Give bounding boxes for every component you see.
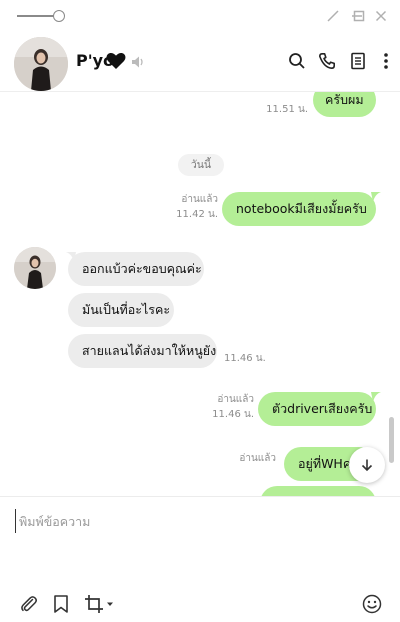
chevron-down-icon [107, 602, 113, 606]
bubble-tail [371, 192, 381, 202]
read-receipt: อ่านแล้ว [181, 194, 218, 205]
phone-icon [319, 53, 335, 69]
close-icon [375, 10, 387, 22]
avatar-photo [14, 37, 68, 91]
message-composer [0, 496, 400, 622]
message-time: 11.46 น. [224, 353, 266, 364]
read-receipt: อ่านแล้ว [239, 453, 276, 464]
message-time: 11.51 น. [266, 104, 308, 115]
sender-avatar[interactable] [14, 247, 56, 289]
message-text: notebookมีเสียงมั้ยครับ [236, 201, 367, 216]
call-button[interactable] [317, 51, 337, 71]
search-icon [289, 53, 305, 69]
message-bubble-sent[interactable]: ครับผม [313, 92, 376, 117]
message-time: 11.42 น. [176, 209, 218, 220]
message-text: ออกแบ้วค่ะขอบคุณค่ะ [82, 261, 202, 276]
opacity-slider-track[interactable] [17, 15, 57, 17]
black-heart-icon [106, 52, 126, 69]
message-time: 11.46 น. [212, 409, 254, 420]
message-text: สายแลนได้ส่งมาให้หนูยัง [82, 343, 217, 358]
bookmark-icon [54, 595, 68, 613]
bubble-tail [66, 252, 76, 262]
paperclip-icon [21, 596, 37, 612]
date-divider: วันนี้ [178, 154, 224, 176]
message-bubble-sent[interactable]: notebookมีเสียงมั้ยครับ [222, 192, 376, 226]
message-bubble-received[interactable]: มันเป็นที่อะไรคะ [68, 293, 174, 327]
message-text: มันเป็นที่อะไรคะ [82, 302, 171, 317]
scroll-to-bottom-button[interactable] [349, 447, 385, 483]
message-text: ครับผม [325, 92, 364, 107]
notes-icon [351, 52, 365, 70]
bookmark-button[interactable] [50, 593, 72, 615]
read-receipt: อ่านแล้ว [217, 394, 254, 405]
minimize-icon [327, 10, 339, 22]
screenshot-button[interactable] [82, 593, 116, 615]
message-input[interactable] [15, 509, 385, 533]
message-bubble-received[interactable]: ออกแบ้วค่ะขอบคุณค่ะ [68, 252, 204, 286]
bubble-tail [371, 392, 381, 402]
avatar-photo [14, 247, 56, 289]
more-options-button[interactable] [376, 51, 396, 71]
maximize-button[interactable] [350, 7, 368, 25]
minimize-button[interactable] [324, 7, 342, 25]
arrow-down-icon [361, 459, 373, 472]
message-text: อยู่ที่WHค [298, 456, 352, 471]
close-button[interactable] [372, 7, 390, 25]
attach-file-button[interactable] [18, 593, 40, 615]
emoji-icon [362, 594, 382, 614]
scrollbar-thumb[interactable] [389, 417, 394, 463]
contact-avatar[interactable] [14, 37, 68, 91]
emoji-button[interactable] [361, 593, 383, 615]
crop-icon [85, 595, 103, 613]
speaker-icon [132, 56, 143, 68]
more-icon [384, 53, 388, 69]
message-text: ตัวdriverเสียงครับ [272, 401, 373, 416]
chat-messages-area[interactable]: ครับผม 11.51 น. วันนี้ อ่านแล้ว 11.42 น.… [0, 92, 400, 496]
chat-header: P'yo [0, 32, 400, 92]
opacity-slider-handle[interactable] [53, 10, 65, 22]
notes-button[interactable] [348, 51, 368, 71]
message-bubble-received[interactable]: สายแลนได้ส่งมาให้หนูยัง [68, 334, 217, 368]
message-bubble-sent[interactable]: ตัวdriverเสียงครับ [258, 392, 376, 426]
message-bubble-sent-partial[interactable] [260, 486, 376, 496]
title-bar [0, 0, 400, 32]
search-button[interactable] [287, 51, 307, 71]
maximize-icon [353, 10, 365, 22]
